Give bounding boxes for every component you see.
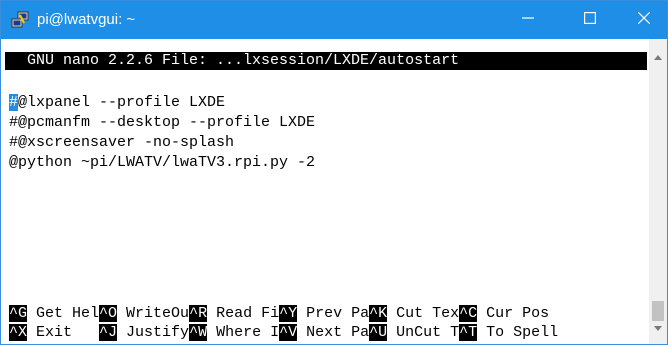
shortcut-key: ^O — [99, 305, 118, 322]
shortcut-key: ^G — [9, 305, 28, 322]
shortcut-key: ^J — [99, 324, 118, 341]
text-cursor: # — [9, 94, 19, 111]
shortcut-key: ^W — [189, 324, 208, 341]
shortcut-key: ^X — [9, 324, 28, 341]
line-text: @lxpanel --profile LXDE — [18, 94, 226, 111]
maximize-button[interactable] — [567, 1, 613, 39]
scroll-down-icon[interactable] — [654, 326, 662, 331]
maximize-icon — [584, 11, 597, 29]
minimize-icon — [522, 11, 534, 29]
shortcut-label: Prev Pa — [297, 305, 370, 322]
editor-line[interactable]: #@lxpanel --profile LXDE — [9, 94, 225, 112]
shortcut-label: To Spell — [477, 324, 559, 341]
editor-line[interactable]: #@pcmanfm --desktop --profile LXDE — [9, 114, 315, 132]
nano-header-text: GNU nano 2.2.6 File: ...lxsession/LXDE/a… — [9, 52, 460, 69]
scroll-up-icon[interactable] — [654, 55, 662, 60]
shortcut-key: ^U — [369, 324, 388, 341]
shortcut-label: Next Pa — [297, 324, 370, 341]
shortcut-label: WriteOu — [117, 305, 190, 322]
title-bar[interactable]: pi@lwatvgui: ~ — [1, 1, 667, 39]
shortcut-key: ^C — [459, 305, 478, 322]
shortcut-label: Justify — [117, 324, 190, 341]
scrollbar-thumb[interactable] — [652, 301, 664, 321]
shortcut-key: ^V — [279, 324, 298, 341]
shortcut-row: ^G Get Hel^O WriteOu^R Read Fi^Y Prev Pa… — [9, 305, 549, 323]
minimize-button[interactable] — [505, 1, 551, 39]
shortcut-label: Get Hel — [27, 305, 100, 322]
close-icon — [637, 11, 651, 29]
close-button[interactable] — [621, 1, 667, 39]
shortcut-label: Cut Tex — [387, 305, 460, 322]
terminal-screen[interactable]: GNU nano 2.2.6 File: ...lxsession/LXDE/a… — [1, 39, 649, 344]
shortcut-label: Read Fi — [207, 305, 280, 322]
vertical-scrollbar[interactable] — [649, 39, 667, 344]
shortcut-key: ^Y — [279, 305, 298, 322]
window-title: pi@lwatvgui: ~ — [37, 11, 136, 28]
shortcut-label: Exit — [27, 324, 100, 341]
putty-icon[interactable] — [11, 11, 29, 29]
editor-line[interactable]: @python ~pi/LWATV/lwaTV3.rpi.py -2 — [9, 154, 315, 172]
editor-line[interactable]: #@xscreensaver -no-splash — [9, 134, 234, 152]
shortcut-label: Cur Pos — [477, 305, 550, 322]
terminal-window: pi@lwatvgui: ~ GNU nano 2.2.6 File: ...l… — [0, 0, 668, 345]
shortcut-key: ^T — [459, 324, 478, 341]
shortcut-label: UnCut T — [387, 324, 460, 341]
shortcut-label: Where I — [207, 324, 280, 341]
shortcut-key: ^K — [369, 305, 388, 322]
shortcut-row: ^X Exit ^J Justify^W Where I^V Next Pa^U… — [9, 324, 558, 342]
shortcut-key: ^R — [189, 305, 208, 322]
